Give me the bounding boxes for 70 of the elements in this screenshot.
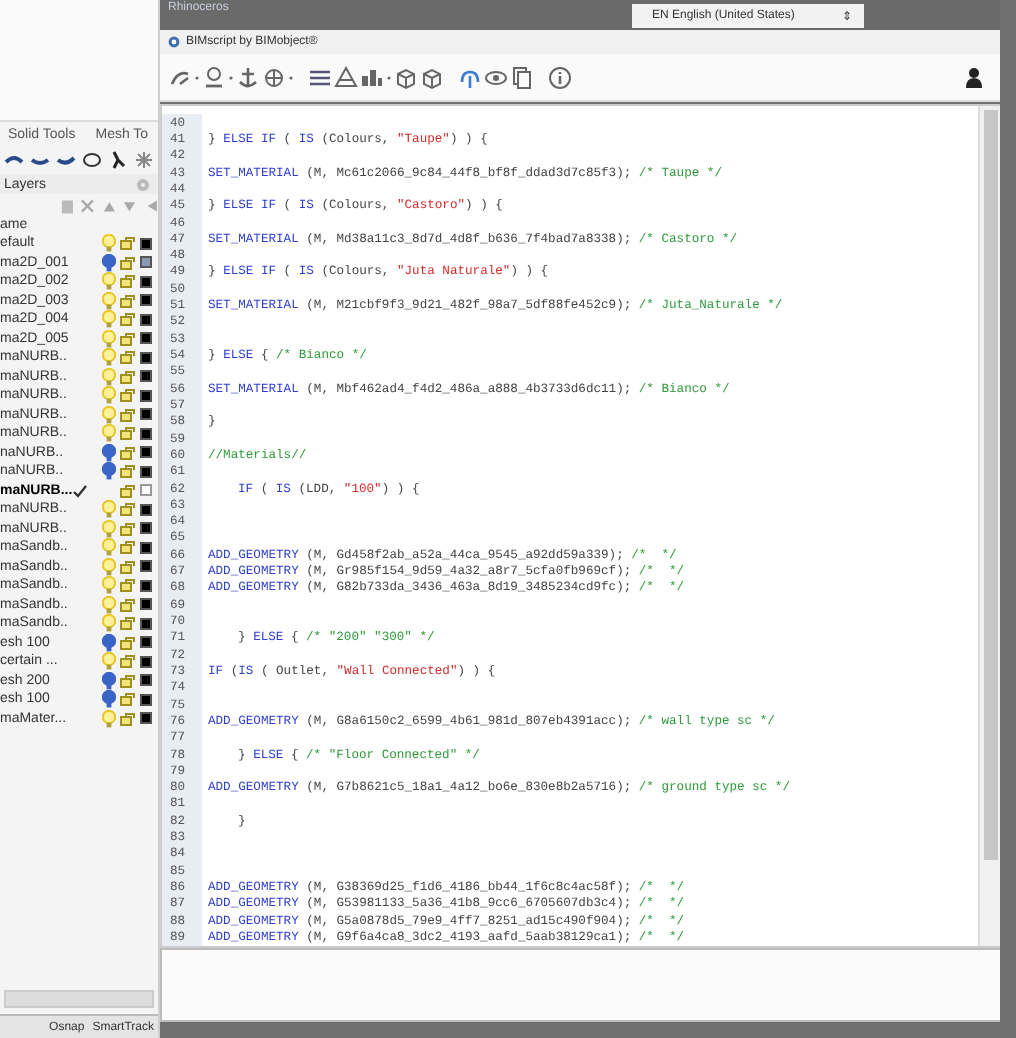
scrollbar-thumb[interactable] <box>983 110 997 860</box>
color-swatch[interactable] <box>140 275 152 288</box>
color-swatch[interactable] <box>140 712 152 725</box>
lightbulb-off-icon[interactable] <box>102 253 116 272</box>
copy-icon[interactable] <box>510 65 534 89</box>
cube-icon[interactable] <box>394 65 418 89</box>
lightbulb-on-icon[interactable] <box>102 348 116 367</box>
lightbulb-on-icon[interactable] <box>102 291 116 310</box>
lightbulb-on-icon[interactable] <box>102 405 116 424</box>
list-icon[interactable] <box>308 65 332 89</box>
star-tool-icon[interactable] <box>134 150 154 170</box>
color-swatch[interactable] <box>140 579 152 592</box>
color-swatch[interactable] <box>140 484 152 497</box>
color-swatch[interactable] <box>140 256 152 269</box>
color-swatch[interactable] <box>140 522 152 535</box>
color-swatch[interactable] <box>140 332 152 345</box>
color-swatch[interactable] <box>140 446 152 459</box>
color-swatch[interactable] <box>140 674 152 687</box>
lightbulb-on-icon[interactable] <box>102 614 116 633</box>
color-swatch[interactable] <box>140 237 152 250</box>
figure-tool-icon[interactable] <box>108 150 128 170</box>
new-layer-icon[interactable] <box>60 197 75 213</box>
lightbulb-on-icon[interactable] <box>102 500 116 519</box>
lightbulb-on-icon[interactable] <box>102 652 116 671</box>
lightbulb-on-icon[interactable] <box>102 557 116 576</box>
color-swatch[interactable] <box>140 351 152 364</box>
ellipse-tool-icon[interactable] <box>82 150 102 170</box>
eye-icon[interactable] <box>484 65 508 89</box>
color-swatch[interactable] <box>140 541 152 554</box>
lightbulb-on-icon[interactable] <box>102 538 116 557</box>
upload-icon[interactable] <box>458 65 482 89</box>
color-swatch[interactable] <box>140 427 152 440</box>
color-swatch[interactable] <box>140 636 152 649</box>
color-swatch[interactable] <box>140 693 152 706</box>
color-swatch[interactable] <box>140 503 152 516</box>
pyramid-icon[interactable] <box>334 65 358 89</box>
color-swatch[interactable] <box>140 465 152 478</box>
color-swatch[interactable] <box>140 655 152 668</box>
lightbulb-off-icon[interactable] <box>102 690 116 709</box>
lightbulb-off-icon[interactable] <box>102 462 116 481</box>
lightbulb-on-icon[interactable] <box>102 519 116 538</box>
lightbulb-on-icon[interactable] <box>102 595 116 614</box>
lightbulb-off-icon[interactable] <box>102 443 116 462</box>
chart-icon[interactable] <box>360 65 384 89</box>
lightbulb-on-icon[interactable] <box>102 367 116 386</box>
color-swatch[interactable] <box>140 560 152 573</box>
lightbulb-off-icon[interactable] <box>102 671 116 690</box>
color-swatch[interactable] <box>140 313 152 326</box>
lightbulb-off-icon[interactable] <box>102 633 116 652</box>
color-swatch[interactable] <box>140 598 152 611</box>
lightbulb-on-icon[interactable] <box>102 310 116 329</box>
color-swatch[interactable] <box>140 294 152 307</box>
lightbulb-on-icon[interactable] <box>102 709 116 728</box>
delete-icon[interactable] <box>80 197 96 213</box>
cube-icon[interactable] <box>420 65 444 89</box>
anchor-icon[interactable] <box>236 65 260 89</box>
lightbulb-on-icon[interactable] <box>102 234 116 253</box>
lightbulb-on-icon[interactable] <box>102 424 116 443</box>
color-swatch[interactable] <box>140 408 152 421</box>
info-icon[interactable] <box>548 65 572 89</box>
color-swatch[interactable] <box>140 389 152 402</box>
color-swatch[interactable] <box>140 617 152 630</box>
settings-icon[interactable] <box>136 177 150 191</box>
scrollbar[interactable] <box>4 990 154 1008</box>
lightbulb-on-icon[interactable] <box>102 576 116 595</box>
lightbulb-on-icon[interactable] <box>102 272 116 291</box>
color-swatch[interactable] <box>140 370 152 383</box>
lightbulb-on-icon[interactable] <box>102 386 116 405</box>
user-icon[interactable] <box>964 65 984 89</box>
lightbulb-on-icon[interactable] <box>102 329 116 348</box>
